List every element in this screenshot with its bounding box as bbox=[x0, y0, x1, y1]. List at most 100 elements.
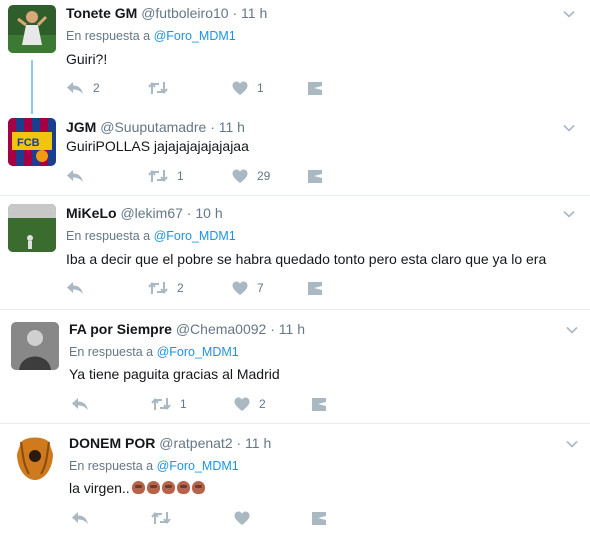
reply-context: En respuesta a @Foro_MDM1 bbox=[66, 28, 236, 44]
heart-icon bbox=[232, 81, 248, 95]
tweet-header: JGM @Suuputamadre · 11 h bbox=[66, 118, 245, 136]
reply-to-link[interactable]: @Foro_MDM1 bbox=[154, 29, 236, 43]
tweet-text: Iba a decir que el pobre se habra quedad… bbox=[66, 251, 547, 267]
display-name[interactable]: FA por Siempre bbox=[69, 321, 172, 337]
reply-prefix: En respuesta a bbox=[69, 459, 154, 473]
like-button[interactable]: 29 bbox=[232, 166, 270, 186]
username[interactable]: @Chema0092 bbox=[176, 321, 267, 337]
display-name[interactable]: MiKeLo bbox=[66, 205, 117, 221]
chevron-down-icon[interactable] bbox=[563, 208, 575, 220]
reply-button[interactable] bbox=[66, 166, 93, 186]
reply-to-link[interactable]: @Foro_MDM1 bbox=[157, 459, 239, 473]
reply-icon bbox=[72, 512, 88, 524]
separator: · bbox=[236, 435, 242, 451]
direct-message-icon bbox=[308, 281, 322, 295]
reply-to-link[interactable]: @Foro_MDM1 bbox=[157, 345, 239, 359]
reply-icon bbox=[67, 170, 83, 182]
reply-button[interactable] bbox=[66, 278, 93, 298]
tweet-text-body: la virgen.. bbox=[69, 480, 130, 496]
username[interactable]: @futboleiro10 bbox=[141, 5, 228, 21]
direct-message-button[interactable] bbox=[311, 394, 327, 414]
reply-context: En respuesta a @Foro_MDM1 bbox=[66, 228, 236, 244]
tweet-header: DONEM POR @ratpenat2 · 11 h bbox=[69, 434, 271, 452]
display-name[interactable]: DONEM POR bbox=[69, 435, 155, 451]
chevron-down-icon[interactable] bbox=[563, 8, 575, 20]
like-count: 1 bbox=[257, 81, 264, 95]
retweet-button[interactable]: 1 bbox=[148, 166, 184, 186]
like-button[interactable] bbox=[234, 508, 250, 528]
chevron-down-icon[interactable] bbox=[563, 122, 575, 134]
tweet[interactable]: MiKeLo @lekim67 · 10 h En respuesta a @F… bbox=[0, 196, 590, 309]
tweet-actions: 2 7 bbox=[66, 278, 336, 298]
tweet[interactable]: Tonete GM @futboleiro10 · 11 h En respue… bbox=[0, 0, 590, 114]
chevron-down-icon[interactable] bbox=[566, 324, 578, 336]
tweet[interactable]: FCB JGM @Suuputamadre · 11 h GuiriPOLLAS… bbox=[0, 110, 590, 195]
like-button[interactable]: 2 bbox=[234, 394, 266, 414]
heart-icon bbox=[232, 281, 248, 295]
heart-icon bbox=[234, 511, 250, 525]
tweet-header: FA por Siempre @Chema0092 · 11 h bbox=[69, 320, 305, 338]
retweet-icon bbox=[148, 169, 168, 183]
retweet-button[interactable]: 2 bbox=[148, 278, 184, 298]
like-button[interactable]: 1 bbox=[232, 78, 264, 98]
timestamp[interactable]: 11 h bbox=[245, 435, 271, 451]
display-name[interactable]: JGM bbox=[66, 119, 96, 135]
timestamp[interactable]: 11 h bbox=[279, 321, 305, 337]
tweet-text: Ya tiene paguita gracias al Madrid bbox=[69, 366, 280, 382]
monkey-emoji bbox=[146, 481, 160, 494]
timestamp[interactable]: 11 h bbox=[241, 5, 267, 21]
retweet-button[interactable] bbox=[148, 78, 177, 98]
tweet-header: Tonete GM @futboleiro10 · 11 h bbox=[66, 4, 267, 22]
reply-context: En respuesta a @Foro_MDM1 bbox=[69, 344, 239, 360]
tweet-actions: 2 1 bbox=[66, 78, 336, 98]
retweet-icon bbox=[148, 281, 168, 295]
tweet-text: GuiriPOLLAS jajajajajajajajaa bbox=[66, 138, 249, 154]
direct-message-button[interactable] bbox=[307, 166, 323, 186]
reply-prefix: En respuesta a bbox=[66, 229, 151, 243]
separator: · bbox=[232, 5, 238, 21]
retweet-icon bbox=[151, 397, 171, 411]
like-button[interactable]: 7 bbox=[232, 278, 264, 298]
avatar[interactable]: FCB bbox=[8, 118, 56, 166]
username[interactable]: @ratpenat2 bbox=[159, 435, 232, 451]
retweet-icon bbox=[148, 81, 168, 95]
retweet-button[interactable]: 1 bbox=[151, 394, 187, 414]
tweet[interactable]: DONEM POR @ratpenat2 · 11 h En respuesta… bbox=[0, 424, 590, 534]
display-name[interactable]: Tonete GM bbox=[66, 5, 137, 21]
retweet-count: 2 bbox=[177, 281, 184, 295]
reply-prefix: En respuesta a bbox=[66, 29, 151, 43]
svg-text:FCB: FCB bbox=[17, 137, 40, 149]
reply-to-link[interactable]: @Foro_MDM1 bbox=[154, 229, 236, 243]
like-count: 7 bbox=[257, 281, 264, 295]
tweet-text: la virgen.. bbox=[69, 479, 205, 497]
reply-icon bbox=[67, 282, 83, 294]
tweet-actions: 1 29 bbox=[66, 166, 336, 186]
monkey-emoji bbox=[176, 481, 190, 494]
heart-icon bbox=[232, 169, 248, 183]
direct-message-icon bbox=[312, 397, 326, 411]
tweet[interactable]: FA por Siempre @Chema0092 · 11 h En resp… bbox=[0, 310, 590, 423]
reply-button[interactable] bbox=[71, 508, 89, 528]
timestamp[interactable]: 10 h bbox=[195, 205, 222, 221]
retweet-button[interactable] bbox=[151, 508, 171, 528]
avatar[interactable] bbox=[8, 5, 56, 53]
direct-message-button[interactable] bbox=[311, 508, 327, 528]
tweet-actions: 1 2 bbox=[71, 394, 341, 414]
direct-message-button[interactable] bbox=[307, 278, 323, 298]
avatar[interactable] bbox=[11, 322, 59, 370]
monkey-emoji bbox=[191, 481, 205, 494]
reply-context: En respuesta a @Foro_MDM1 bbox=[69, 458, 239, 474]
reply-button[interactable]: 2 bbox=[66, 78, 100, 98]
username[interactable]: @Suuputamadre bbox=[100, 119, 206, 135]
monkey-emoji bbox=[161, 481, 175, 494]
reply-count: 2 bbox=[93, 81, 100, 95]
direct-message-button[interactable] bbox=[307, 78, 323, 98]
timestamp[interactable]: 11 h bbox=[219, 119, 245, 135]
avatar[interactable] bbox=[11, 434, 59, 482]
chevron-down-icon[interactable] bbox=[566, 438, 578, 450]
direct-message-icon bbox=[308, 81, 322, 95]
separator: · bbox=[270, 321, 275, 337]
reply-button[interactable] bbox=[71, 394, 98, 414]
username[interactable]: @lekim67 bbox=[120, 205, 182, 221]
avatar[interactable] bbox=[8, 204, 56, 252]
